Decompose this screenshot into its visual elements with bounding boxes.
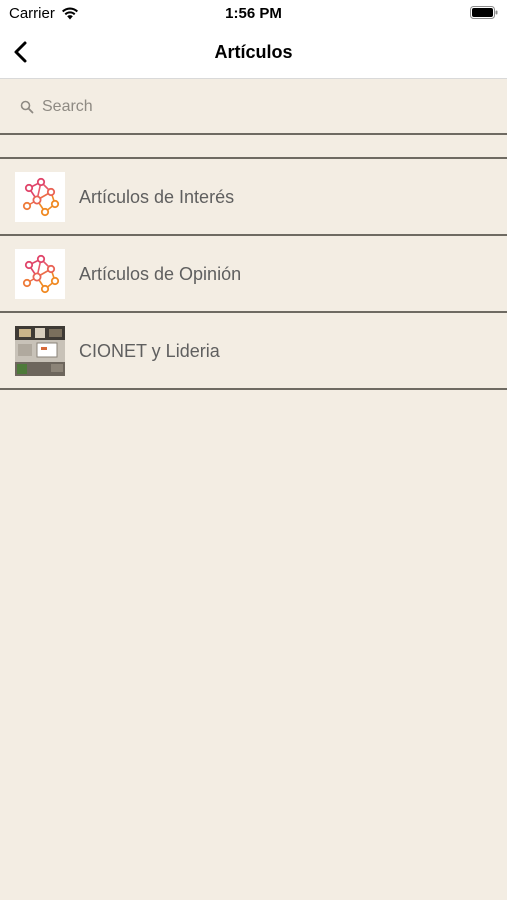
thumbnail bbox=[15, 326, 65, 376]
thumbnail bbox=[15, 172, 65, 222]
search-bar bbox=[0, 79, 507, 135]
list-item-label: Artículos de Interés bbox=[79, 187, 235, 207]
thumbnail bbox=[15, 249, 65, 299]
search-icon bbox=[20, 100, 34, 114]
list-item-label: Artículos de Opinión bbox=[79, 264, 242, 284]
network-graph-icon bbox=[22, 254, 60, 294]
list-item-articulos-de-interes[interactable]: Artículos de Interés bbox=[0, 159, 507, 236]
navigation-bar: Artículos bbox=[0, 28, 507, 79]
list-item-cionet-y-lideria[interactable]: CIONET y Lideria bbox=[0, 313, 507, 390]
office-photo bbox=[15, 326, 65, 376]
list-item-label: CIONET y Lideria bbox=[79, 341, 220, 361]
articles-list: Artículos de Interés Artículos de Opinió… bbox=[0, 159, 507, 390]
status-bar: Carrier 1:56 PM bbox=[0, 0, 507, 28]
list-item-articulos-de-opinion[interactable]: Artículos de Opinión bbox=[0, 236, 507, 313]
search-input[interactable] bbox=[40, 93, 484, 121]
page-title: Artículos bbox=[214, 42, 293, 62]
network-graph-icon bbox=[22, 177, 60, 217]
battery-icon bbox=[470, 6, 498, 19]
status-time: 1:56 PM bbox=[225, 5, 282, 22]
